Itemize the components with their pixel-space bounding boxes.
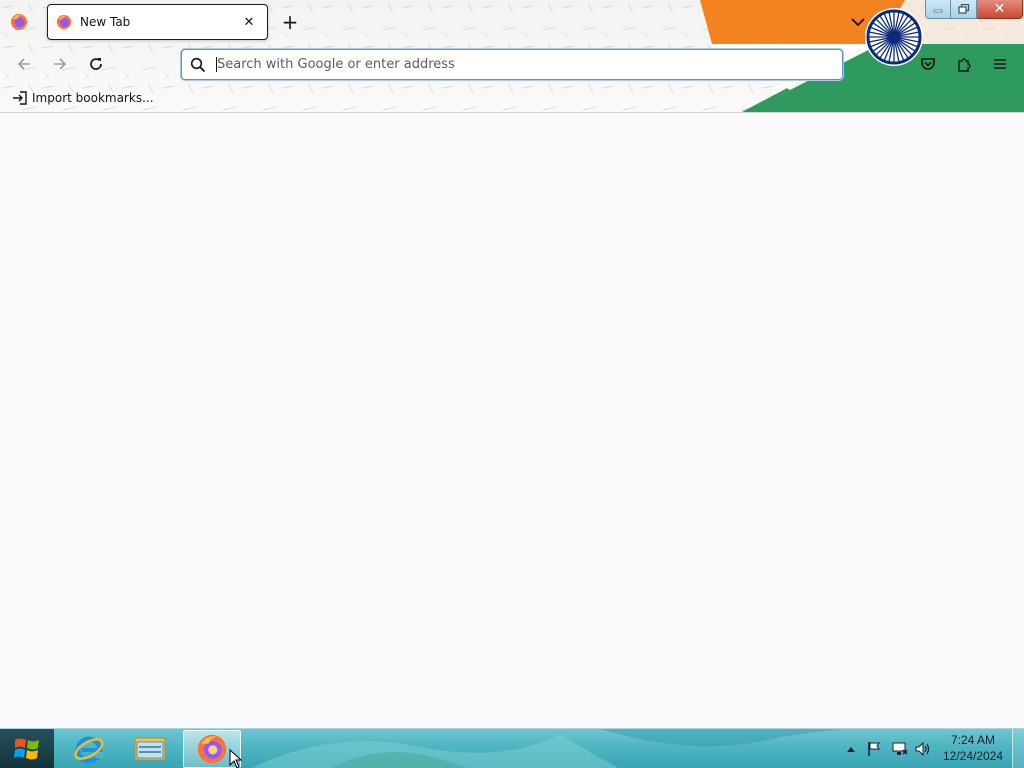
save-to-pocket-button[interactable] [914,50,942,78]
tab-close-icon[interactable]: ✕ [239,12,259,32]
chevron-up-icon [847,747,855,752]
import-bookmarks-button[interactable]: Import bookmarks... [12,89,154,107]
taskbar-internet-explorer[interactable] [60,730,118,768]
network-status-button[interactable] [889,729,911,768]
navigation-bar [0,44,1024,84]
clock-time: 7:24 AM [950,733,996,747]
taskbar: 7:24 AM 12/24/2024 [0,728,1024,768]
list-all-tabs-button[interactable] [848,12,868,32]
minimize-button[interactable] [925,0,951,19]
search-icon [190,57,206,73]
network-icon [892,742,908,755]
start-button[interactable] [0,729,54,768]
application-menu-button[interactable] [986,50,1014,78]
mouse-cursor-icon [229,749,243,768]
reload-icon [90,58,102,70]
forward-button[interactable] [46,50,74,78]
tab-new-tab[interactable]: New Tab ✕ [47,4,268,40]
firefox-favicon-icon [56,14,72,30]
firefox-view-button[interactable] [6,9,32,35]
hamburger-menu-icon [994,59,1006,69]
bookmarks-toolbar: Import bookmarks... [0,84,1024,112]
forward-arrow-icon [54,58,67,70]
taskbar-file-explorer[interactable] [121,730,179,768]
speaker-icon [915,741,930,757]
back-button[interactable] [10,50,38,78]
show-hidden-icons-button[interactable] [844,729,858,768]
address-bar[interactable] [181,49,843,80]
close-window-button[interactable]: ✕ [977,0,1023,19]
firefox-view-icon [11,14,27,30]
minimize-icon [933,9,943,13]
page-content-area[interactable] [0,113,1024,728]
pocket-icon [921,58,935,70]
extensions-button[interactable] [950,50,978,78]
import-icon [12,90,28,106]
reload-button[interactable] [82,50,110,78]
restore-icon [957,4,969,14]
tab-title: New Tab [80,15,131,29]
volume-button[interactable] [913,729,933,768]
folder-icon [134,737,166,761]
new-tab-button[interactable]: + [278,10,302,34]
action-center-button[interactable] [864,729,884,768]
import-bookmarks-label: Import bookmarks... [32,91,154,105]
chevron-down-icon [851,18,865,27]
clock-date: 12/24/2024 [942,749,1004,763]
system-clock[interactable]: 7:24 AM 12/24/2024 [938,732,1008,764]
windows-logo-icon [14,738,39,760]
extensions-icon [958,58,971,72]
flag-icon [868,742,880,756]
tab-strip: New Tab ✕ + [0,0,1024,44]
browser-toolbar: New Tab ✕ + ✕ Search with Google or ente… [0,0,1024,113]
show-desktop-button[interactable] [1012,729,1024,768]
firefox-icon [197,734,227,764]
address-input[interactable] [217,57,842,72]
back-arrow-icon [17,58,30,70]
internet-explorer-icon [74,736,104,764]
restore-button[interactable] [951,0,977,19]
